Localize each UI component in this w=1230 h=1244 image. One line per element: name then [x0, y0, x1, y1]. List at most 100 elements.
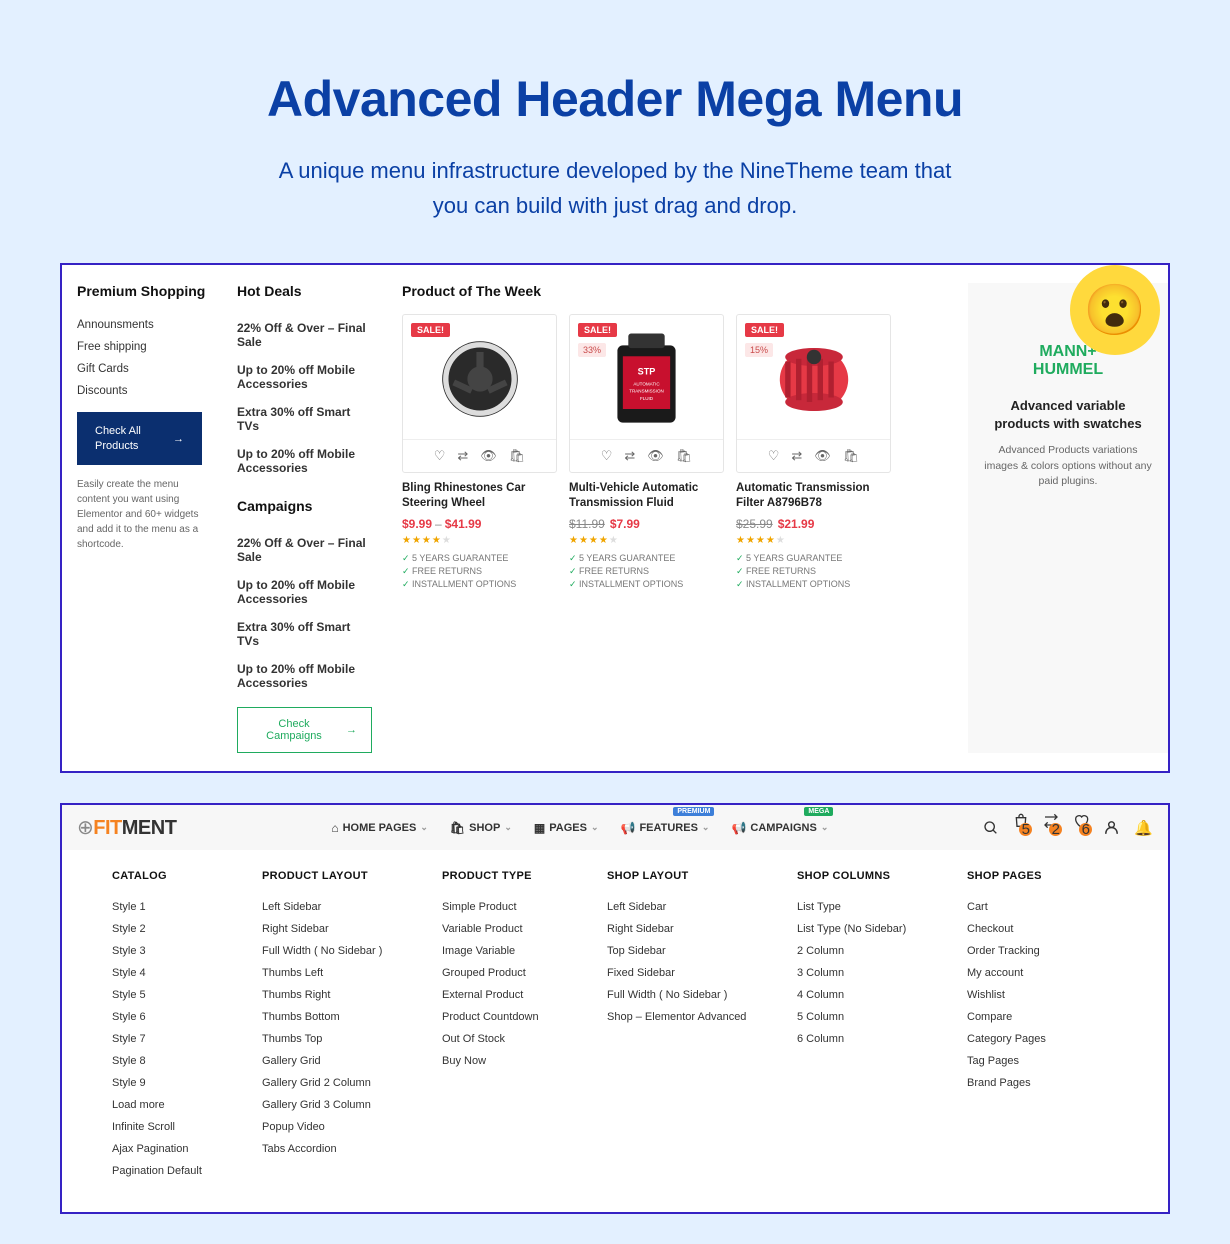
- menu-item[interactable]: Free shipping: [77, 336, 207, 358]
- product-title[interactable]: Bling Rhinestones Car Steering Wheel: [402, 481, 557, 511]
- menu-item[interactable]: Discounts: [77, 380, 207, 402]
- menu-item[interactable]: Up to 20% off Mobile Accessories: [237, 440, 372, 482]
- eye-icon[interactable]: 👁: [480, 448, 497, 464]
- eye-icon[interactable]: 👁: [814, 448, 831, 464]
- menu-item[interactable]: Style 6: [112, 1006, 252, 1028]
- menu-item[interactable]: 6 Column: [797, 1028, 957, 1050]
- compare-icon[interactable]: ⇄: [791, 448, 802, 464]
- menu-item[interactable]: Gallery Grid 2 Column: [262, 1072, 432, 1094]
- menu-item[interactable]: Thumbs Bottom: [262, 1006, 432, 1028]
- menu-item[interactable]: Out Of Stock: [442, 1028, 597, 1050]
- nav-item[interactable]: 🛍 SHOP ⌄: [450, 821, 512, 835]
- check-campaigns-button[interactable]: Check Campaigns →: [237, 707, 372, 753]
- nav-item[interactable]: 📢 CAMPAIGNS ⌄MEGA: [731, 821, 828, 835]
- product-card[interactable]: SALE!♡⇄👁🛍: [402, 314, 557, 473]
- menu-item[interactable]: Full Width ( No Sidebar ): [607, 984, 787, 1006]
- menu-item[interactable]: Cart: [967, 896, 1097, 918]
- menu-item[interactable]: Up to 20% off Mobile Accessories: [237, 571, 372, 613]
- menu-item[interactable]: Top Sidebar: [607, 940, 787, 962]
- menu-item[interactable]: Thumbs Left: [262, 962, 432, 984]
- menu-item[interactable]: Ajax Pagination: [112, 1138, 252, 1160]
- menu-item[interactable]: 4 Column: [797, 984, 957, 1006]
- menu-item[interactable]: Popup Video: [262, 1116, 432, 1138]
- menu-item[interactable]: Right Sidebar: [262, 918, 432, 940]
- product-title[interactable]: Automatic Transmission Filter A8796B78: [736, 481, 891, 511]
- menu-item[interactable]: Extra 30% off Smart TVs: [237, 613, 372, 655]
- menu-item[interactable]: Thumbs Right: [262, 984, 432, 1006]
- menu-item[interactable]: Infinite Scroll: [112, 1116, 252, 1138]
- menu-item[interactable]: Full Width ( No Sidebar ): [262, 940, 432, 962]
- menu-item[interactable]: 5 Column: [797, 1006, 957, 1028]
- menu-item[interactable]: Brand Pages: [967, 1072, 1097, 1094]
- menu-item[interactable]: Image Variable: [442, 940, 597, 962]
- menu-item[interactable]: Product Countdown: [442, 1006, 597, 1028]
- menu-item[interactable]: 22% Off & Over – Final Sale: [237, 529, 372, 571]
- menu-item[interactable]: Up to 20% off Mobile Accessories: [237, 655, 372, 697]
- menu-item[interactable]: Checkout: [967, 918, 1097, 940]
- eye-icon[interactable]: 👁: [647, 448, 664, 464]
- menu-item[interactable]: Pagination Default: [112, 1160, 252, 1182]
- menu-item[interactable]: Tabs Accordion: [262, 1138, 432, 1160]
- site-logo[interactable]: ⊕FITMENT: [77, 815, 176, 840]
- menu-item[interactable]: Fixed Sidebar: [607, 962, 787, 984]
- menu-item[interactable]: Shop – Elementor Advanced: [607, 1006, 787, 1028]
- menu-item[interactable]: Gallery Grid: [262, 1050, 432, 1072]
- menu-item[interactable]: Gift Cards: [77, 358, 207, 380]
- menu-item[interactable]: Style 3: [112, 940, 252, 962]
- bag-icon[interactable]: 🛍: [843, 448, 860, 464]
- menu-item[interactable]: Up to 20% off Mobile Accessories: [237, 356, 372, 398]
- menu-item[interactable]: Style 7: [112, 1028, 252, 1050]
- menu-item[interactable]: Simple Product: [442, 896, 597, 918]
- menu-item[interactable]: Thumbs Top: [262, 1028, 432, 1050]
- menu-item[interactable]: Style 8: [112, 1050, 252, 1072]
- bell-icon[interactable]: 🔔: [1134, 819, 1153, 837]
- menu-item[interactable]: Left Sidebar: [607, 896, 787, 918]
- menu-item[interactable]: Style 5: [112, 984, 252, 1006]
- menu-item[interactable]: Style 1: [112, 896, 252, 918]
- menu-item[interactable]: 3 Column: [797, 962, 957, 984]
- compare-icon[interactable]: ⇄: [457, 448, 468, 464]
- heart-icon[interactable]: 6: [1073, 813, 1089, 842]
- svg-text:FLUID: FLUID: [640, 396, 654, 401]
- heart-icon[interactable]: ♡: [768, 448, 780, 464]
- menu-item[interactable]: Gallery Grid 3 Column: [262, 1094, 432, 1116]
- menu-item[interactable]: Category Pages: [967, 1028, 1097, 1050]
- nav-item[interactable]: 📢 FEATURES ⌄PREMIUM: [620, 821, 709, 835]
- nav-item[interactable]: ⌂ HOME PAGES ⌄: [331, 821, 428, 835]
- menu-item[interactable]: My account: [967, 962, 1097, 984]
- menu-item[interactable]: Right Sidebar: [607, 918, 787, 940]
- compare-icon[interactable]: 2: [1043, 813, 1059, 842]
- menu-item[interactable]: Buy Now: [442, 1050, 597, 1072]
- menu-item[interactable]: Style 9: [112, 1072, 252, 1094]
- search-icon[interactable]: [983, 820, 999, 836]
- menu-item[interactable]: 22% Off & Over – Final Sale: [237, 314, 372, 356]
- nav-item[interactable]: ▦ PAGES ⌄: [534, 821, 599, 835]
- menu-item[interactable]: Left Sidebar: [262, 896, 432, 918]
- menu-item[interactable]: External Product: [442, 984, 597, 1006]
- product-title[interactable]: Multi-Vehicle Automatic Transmission Flu…: [569, 481, 724, 511]
- bag-icon[interactable]: 5: [1013, 813, 1029, 842]
- menu-item[interactable]: Order Tracking: [967, 940, 1097, 962]
- check-all-products-button[interactable]: Check All Products →: [77, 412, 202, 465]
- menu-item[interactable]: Style 4: [112, 962, 252, 984]
- menu-item[interactable]: Load more: [112, 1094, 252, 1116]
- menu-item[interactable]: Tag Pages: [967, 1050, 1097, 1072]
- menu-item[interactable]: Announsments: [77, 314, 207, 336]
- bag-icon[interactable]: 🛍: [676, 448, 693, 464]
- heart-icon[interactable]: ♡: [434, 448, 446, 464]
- product-card[interactable]: SALE!33%STPAUTOMATICTRANSMISSIONFLUID♡⇄👁…: [569, 314, 724, 473]
- menu-item[interactable]: Style 2: [112, 918, 252, 940]
- user-icon[interactable]: [1103, 819, 1120, 836]
- menu-item[interactable]: List Type: [797, 896, 957, 918]
- product-card[interactable]: SALE!15%♡⇄👁🛍: [736, 314, 891, 473]
- menu-item[interactable]: Extra 30% off Smart TVs: [237, 398, 372, 440]
- menu-item[interactable]: Grouped Product: [442, 962, 597, 984]
- menu-item[interactable]: Wishlist: [967, 984, 1097, 1006]
- heart-icon[interactable]: ♡: [601, 448, 613, 464]
- menu-item[interactable]: Compare: [967, 1006, 1097, 1028]
- menu-item[interactable]: Variable Product: [442, 918, 597, 940]
- menu-item[interactable]: List Type (No Sidebar): [797, 918, 957, 940]
- menu-item[interactable]: 2 Column: [797, 940, 957, 962]
- compare-icon[interactable]: ⇄: [624, 448, 635, 464]
- bag-icon[interactable]: 🛍: [509, 448, 526, 464]
